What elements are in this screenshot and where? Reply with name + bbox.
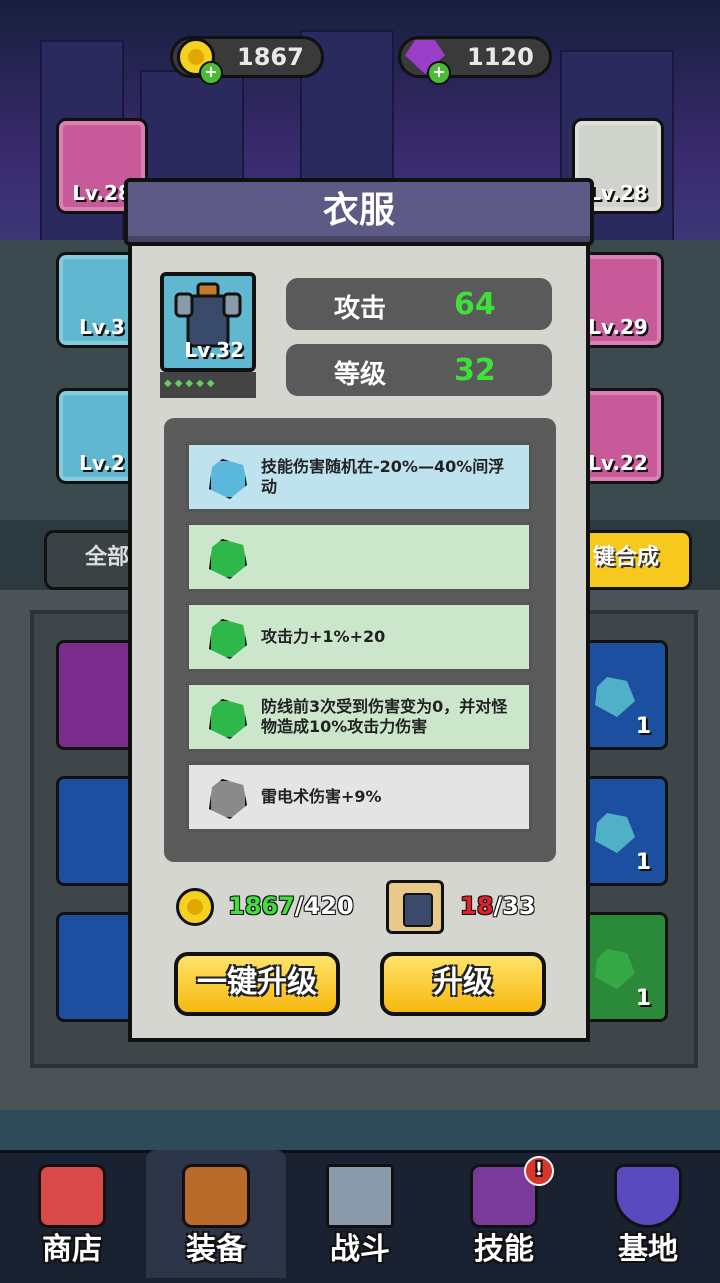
item-count: 1	[635, 986, 651, 1011]
pieces-need: /33	[493, 892, 536, 920]
crystal-icon	[595, 949, 635, 989]
nav-label: 技能	[474, 1232, 534, 1267]
item-count: 1	[635, 714, 651, 739]
nav-label: 装备	[186, 1232, 246, 1267]
nav-skills[interactable]: ! 技能	[434, 1150, 574, 1278]
nav-label: 战斗	[330, 1232, 390, 1267]
crystal-icon	[595, 813, 635, 853]
nav-base[interactable]: 基地	[578, 1150, 718, 1278]
attribute-row: 防线前3次受到伤害变为0，并对怪物造成10%攻击力伤害	[186, 682, 532, 752]
gray-gem-icon	[209, 779, 247, 819]
stat-label: 攻击	[334, 294, 387, 324]
crystal-icon	[595, 677, 635, 717]
attribute-text: 技能伤害随机在-20%—40%间浮动	[261, 457, 505, 496]
upgrade-button[interactable]: 升级	[380, 952, 546, 1016]
coin-counter[interactable]: + 1867	[170, 36, 324, 85]
attribute-row: 技能伤害随机在-20%—40%间浮动	[186, 442, 532, 512]
add-coins-icon[interactable]: +	[199, 61, 223, 85]
stat-label: 等级	[334, 360, 387, 390]
green-gem-icon	[209, 619, 247, 659]
stat-value: 32	[454, 353, 496, 388]
stat-level: 等级 32	[286, 344, 552, 396]
filter-all-label: 全部	[84, 545, 129, 570]
armor-piece-icon	[386, 880, 444, 934]
notification-badge: !	[524, 1156, 554, 1186]
backpack-icon	[182, 1164, 250, 1228]
nav-battle[interactable]: 战斗	[290, 1150, 430, 1278]
nav-label: 基地	[618, 1232, 678, 1267]
add-gems-icon[interactable]: +	[427, 61, 451, 85]
attribute-text: 雷电术伤害+9%	[261, 787, 382, 806]
crown-shield-icon	[614, 1164, 682, 1228]
gem-amount: 1120	[467, 43, 534, 71]
crossed-swords-icon	[326, 1164, 394, 1228]
attribute-row: 攻击力+1%+20	[186, 602, 532, 672]
green-gem-icon	[209, 699, 247, 739]
nav-equipment[interactable]: 装备	[146, 1150, 286, 1278]
attribute-text: 攻击力+1%+20	[261, 627, 386, 646]
item-count: 1	[635, 850, 651, 875]
coins-need: /420	[294, 892, 354, 920]
coin-amount: 1867	[237, 43, 304, 71]
item-star-bar: ◆◆◆◆◆	[160, 372, 256, 398]
shop-icon	[38, 1164, 106, 1228]
attribute-row	[186, 522, 532, 592]
merge-label: 键合成	[592, 545, 659, 570]
stat-value: 64	[454, 287, 496, 322]
background-footer	[0, 1110, 720, 1150]
star-dots: ◆◆◆◆◆	[164, 378, 218, 389]
gem-counter[interactable]: + 1120	[398, 36, 552, 85]
attribute-text: 防线前3次受到伤害变为0，并对怪物造成10%攻击力伤害	[261, 697, 508, 736]
item-level: Lv.32	[184, 338, 244, 362]
piece-cost: 18/33	[460, 892, 536, 920]
attribute-text	[261, 525, 519, 589]
coins-have: 1867	[228, 892, 295, 920]
upgrade-all-button[interactable]: 一键升级	[174, 952, 340, 1016]
coin-cost: 1867/420	[228, 892, 354, 920]
item-icon: Lv.32	[160, 272, 256, 372]
nav-shop[interactable]: 商店	[2, 1150, 142, 1278]
green-gem-icon	[209, 539, 247, 579]
dialog-title: 衣服	[124, 178, 594, 246]
attribute-row: 雷电术伤害+9%	[186, 762, 532, 832]
blue-gem-icon	[209, 459, 247, 499]
nav-label: 商店	[42, 1232, 102, 1267]
coin-icon	[176, 888, 214, 926]
pieces-have: 18	[460, 892, 494, 920]
stat-attack: 攻击 64	[286, 278, 552, 330]
